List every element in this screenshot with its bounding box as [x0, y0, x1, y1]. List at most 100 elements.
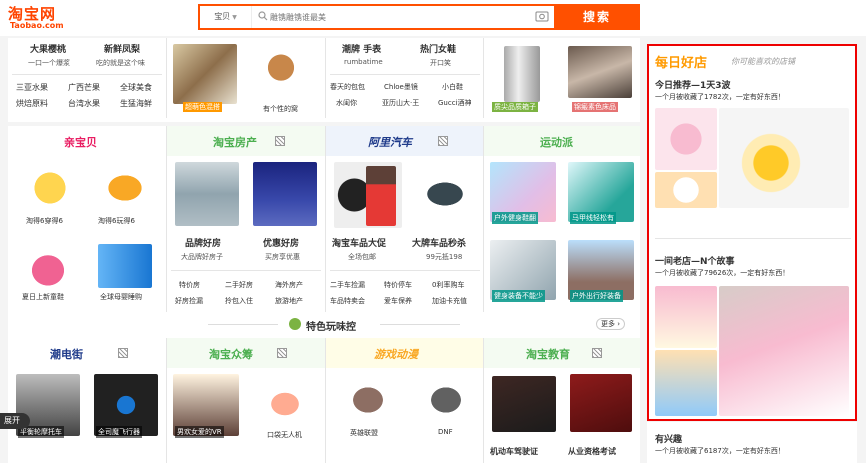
edu-brand[interactable]: 淘宝教育 — [526, 346, 570, 362]
license-image[interactable] — [492, 376, 556, 432]
sport-caption[interactable]: 健身装备不能少 — [492, 290, 545, 302]
fashion-photo-main[interactable] — [719, 286, 849, 416]
house-link[interactable]: 海外房产 — [275, 280, 303, 290]
baby-caption[interactable]: 全球母婴睡购 — [100, 292, 142, 302]
crowd-caption[interactable]: 口袋无人机 — [267, 430, 302, 440]
fruit-link[interactable]: 台湾水果 — [68, 98, 100, 109]
fruit-title-2[interactable]: 新鲜凤梨 — [104, 42, 140, 55]
fashion-link[interactable]: Gucci酒神 — [438, 98, 472, 108]
search-scope-select[interactable]: 宝贝 ▼ — [200, 6, 252, 28]
baby-caption[interactable]: 淘得6玩得6 — [98, 216, 135, 226]
house-sub: 大品牌好房子 — [181, 253, 223, 261]
sport-brand[interactable]: 运动派 — [540, 134, 573, 150]
crowd-caption[interactable]: 男欢女爱的VR — [175, 426, 224, 438]
fashion-photo-1[interactable] — [655, 286, 717, 348]
fashion-photo-2[interactable] — [655, 350, 717, 416]
home-caption[interactable]: 超萌色混搭 — [183, 102, 222, 112]
certificate-image[interactable] — [570, 374, 632, 432]
more-button[interactable]: 更多 › — [596, 318, 626, 330]
crowd-brand[interactable]: 淘宝众筹 — [209, 346, 253, 362]
sport-caption[interactable]: 户外出行好装备 — [570, 290, 623, 302]
kids-shoes-image[interactable] — [20, 244, 76, 288]
car-brand[interactable]: 阿里汽车 — [368, 134, 412, 150]
baby-brand[interactable]: 亲宝贝 — [64, 134, 97, 150]
search-input[interactable] — [270, 9, 530, 25]
lol-logo-image[interactable] — [342, 378, 394, 422]
car-link[interactable]: 特价停车 — [384, 280, 412, 290]
dnf-logo-image[interactable] — [420, 378, 472, 422]
baby-caption[interactable]: 淘得6穿得6 — [26, 216, 63, 226]
car-link[interactable]: 0利率购车 — [432, 280, 464, 290]
wood-chair-image[interactable] — [253, 46, 309, 100]
sport-caption[interactable]: 户外健身鞋翻 — [492, 212, 538, 224]
house-title[interactable]: 优惠好房 — [263, 236, 299, 249]
house-link[interactable]: 拎包入住 — [225, 296, 253, 306]
chair-image[interactable] — [173, 44, 237, 104]
fashion-link[interactable]: 水闺你 — [336, 98, 357, 108]
shop-title[interactable]: 今日推荐—1天3波 — [655, 78, 731, 91]
pancake-image[interactable] — [719, 108, 849, 208]
panda-cake-image[interactable] — [655, 172, 717, 208]
baby-caption[interactable]: 夏日上新童鞋 — [22, 292, 64, 302]
fruit-link[interactable]: 烘焙原料 — [16, 98, 48, 109]
qr-code-icon[interactable] — [275, 136, 285, 146]
car-title[interactable]: 大牌车品秒杀 — [412, 236, 466, 249]
car-link[interactable]: 爱车保养 — [384, 296, 412, 306]
pocket-drone-image[interactable] — [253, 378, 317, 430]
fruit-link[interactable]: 全球美食 — [120, 82, 152, 93]
qr-code-icon[interactable] — [118, 348, 128, 358]
mirror-image[interactable] — [414, 174, 476, 214]
fashion-link[interactable]: 小白鞋 — [442, 82, 463, 92]
shop-title[interactable]: 有兴趣 — [655, 432, 682, 445]
game-brand[interactable]: 游戏动漫 — [374, 346, 418, 362]
street-brand[interactable]: 潮电街 — [50, 346, 83, 362]
expand-button[interactable]: 展开 — [0, 413, 30, 429]
sport-caption[interactable]: 马甲线轻松有 — [570, 212, 616, 224]
kids-shirt-image[interactable] — [24, 166, 76, 210]
fruit-link[interactable]: 生猛海鲜 — [120, 98, 152, 109]
camera-icon[interactable] — [535, 10, 549, 22]
fashion-link[interactable]: Chloe墨镜 — [384, 82, 418, 92]
building-image[interactable] — [175, 162, 239, 226]
sport-header: 运动派 — [484, 126, 640, 156]
house-link[interactable]: 旅游地产 — [275, 296, 303, 306]
game-caption[interactable]: DNF — [438, 428, 453, 436]
house-brand[interactable]: 淘宝房产 — [213, 134, 257, 150]
dessert-image[interactable] — [655, 108, 717, 170]
house-link[interactable]: 好房捡漏 — [175, 296, 203, 306]
fruit-link[interactable]: 三亚水果 — [16, 82, 48, 93]
fashion-link[interactable]: 春天的包包 — [330, 82, 365, 92]
bedding-caption[interactable]: 锦瘢素色床品 — [572, 102, 618, 112]
car-link[interactable]: 二手车捡漏 — [330, 280, 365, 290]
edu-caption[interactable]: 机动车驾驶证 — [490, 446, 538, 457]
street-caption[interactable]: 全司魔飞行器 — [96, 426, 142, 438]
game-caption[interactable]: 英雄联盟 — [350, 428, 378, 438]
fashion-title-1[interactable]: 潮牌 手表 — [342, 42, 381, 55]
fashion-link[interactable]: 亚历山大·王 — [382, 98, 419, 108]
qr-code-icon[interactable] — [592, 348, 602, 358]
formula-image[interactable] — [98, 244, 152, 288]
qr-code-icon[interactable] — [438, 136, 448, 146]
fruit-title-1[interactable]: 大果樱桃 — [30, 42, 66, 55]
divider — [171, 270, 321, 271]
car-link[interactable]: 加油卡充值 — [432, 296, 467, 306]
model-image[interactable] — [366, 166, 396, 226]
home-caption[interactable]: 有个性的窝 — [263, 104, 298, 114]
suitcase-image[interactable] — [504, 46, 540, 102]
luggage-caption[interactable]: 质尖品质箱子 — [492, 102, 538, 112]
bedding-image[interactable] — [568, 46, 632, 98]
fashion-title-2[interactable]: 热门女鞋 — [420, 42, 456, 55]
search-button[interactable]: 搜索 — [554, 4, 640, 30]
car-link[interactable]: 车品特卖会 — [330, 296, 365, 306]
toy-helicopter-image[interactable] — [96, 166, 154, 210]
house-title[interactable]: 品牌好房 — [185, 236, 221, 249]
edu-caption[interactable]: 从业资格考试 — [568, 446, 616, 457]
taobao-logo[interactable]: 淘宝网 Taobao.com — [8, 3, 68, 31]
house-link[interactable]: 特价房 — [179, 280, 200, 290]
car-title[interactable]: 淘宝车品大促 — [332, 236, 386, 249]
shop-title[interactable]: 一间老店—N个故事 — [655, 254, 735, 267]
house-link[interactable]: 二手好房 — [225, 280, 253, 290]
city-night-image[interactable] — [253, 162, 317, 226]
fruit-link[interactable]: 广西芒果 — [68, 82, 100, 93]
qr-code-icon[interactable] — [277, 348, 287, 358]
